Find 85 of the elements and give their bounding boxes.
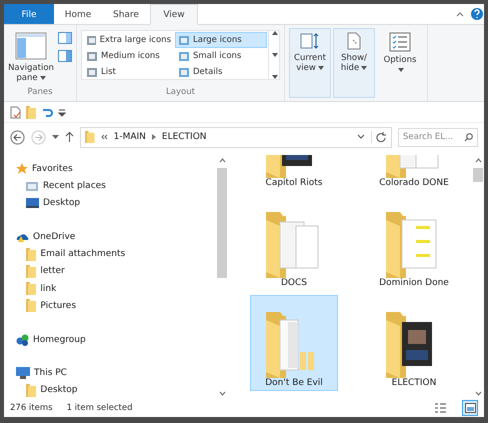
dropdown-icon[interactable] (58, 107, 66, 117)
folder-item[interactable]: Colorado DONE (370, 155, 458, 191)
large-icons-view-icon (464, 403, 476, 413)
caret-icon (318, 66, 324, 70)
folder-item[interactable]: Don't Be Evil (250, 295, 338, 391)
ribbon-button[interactable]: Options (377, 28, 423, 98)
details-view-icon (434, 403, 446, 413)
cloud-icon (16, 232, 29, 243)
details-pane-icon[interactable] (58, 50, 72, 62)
up-arrow-icon[interactable] (65, 131, 74, 143)
nav-item[interactable]: letter (16, 262, 216, 280)
breadcrumb-separator-icon (152, 134, 156, 140)
folder-icon (26, 248, 36, 261)
folder-icon (26, 282, 36, 296)
nav-item[interactable]: link (16, 280, 216, 298)
search-field[interactable]: Search EL... (398, 128, 478, 146)
navigation-pane-icon (15, 32, 47, 60)
homegroup-icon (16, 334, 29, 346)
folder-item[interactable]: Dominion Done (370, 195, 458, 291)
folder-item[interactable]: Capitol Riots (250, 155, 338, 191)
monitor-icon (26, 198, 39, 208)
folder-item[interactable]: ELECTION (370, 295, 458, 391)
folder-item[interactable]: DOCS (250, 195, 338, 291)
nav-item[interactable]: Email attachments (16, 246, 216, 263)
ribbon-button[interactable]: Current view (289, 28, 331, 98)
folder-icon (26, 264, 36, 278)
navigation-pane-button[interactable]: Navigation pane (8, 28, 54, 87)
layout-option[interactable]: Large icons (175, 32, 267, 48)
item-count: 276 items (10, 403, 53, 413)
selection-count: 1 item selected (66, 403, 132, 413)
scroll-down-icon[interactable] (474, 391, 482, 396)
nav-item[interactable]: Desktop (16, 194, 216, 212)
file-tab[interactable]: File (4, 4, 54, 24)
computer-icon (16, 367, 30, 380)
layout-scroll[interactable] (269, 30, 280, 80)
undo-icon[interactable] (41, 106, 54, 118)
layout-option[interactable]: Details (175, 64, 267, 80)
scroll-up-icon[interactable] (474, 158, 482, 163)
scroll-up-icon (272, 31, 278, 35)
ribbon-tab[interactable]: View (150, 4, 198, 25)
caret-icon (361, 66, 368, 70)
address-bar[interactable]: 1-MAIN ELECTION (80, 126, 392, 148)
nav-item[interactable]: Pictures (16, 297, 216, 314)
search-icon (464, 132, 473, 142)
recent-dropdown-icon[interactable] (52, 134, 59, 140)
layout-option[interactable]: List (83, 64, 175, 80)
caret-icon (40, 76, 46, 80)
nav-section[interactable]: This PC (16, 365, 216, 382)
large-icons-view-button[interactable] (462, 400, 478, 416)
caret-icon (272, 75, 278, 79)
layout-option[interactable]: Extra large icons (83, 32, 175, 48)
refresh-icon[interactable] (371, 131, 387, 143)
scrollbar-thumb[interactable] (217, 168, 227, 278)
overflow-chevron-icon (100, 134, 108, 140)
star-icon (16, 163, 28, 176)
group-label: Panes (26, 87, 54, 99)
folder-icon (26, 299, 36, 312)
nav-section[interactable]: OneDrive (16, 229, 216, 246)
dropdown-chevron-icon[interactable] (357, 134, 365, 140)
properties-icon[interactable] (10, 106, 21, 118)
nav-item[interactable]: Desktop (16, 382, 216, 399)
sort-columns-icon (300, 32, 320, 50)
preview-pane-icon[interactable] (58, 32, 72, 44)
nav-section[interactable]: Favorites (16, 161, 216, 178)
back-icon[interactable] (10, 130, 25, 144)
layout-option[interactable]: Medium icons (83, 48, 175, 64)
nav-item[interactable]: Recent places (16, 178, 216, 195)
scroll-down-icon[interactable] (218, 391, 226, 396)
recent-places-icon (26, 180, 39, 192)
folder-icon (26, 106, 36, 118)
ribbon-button[interactable]: Show/ hide (333, 28, 375, 98)
caret-icon (272, 53, 278, 57)
breadcrumb-item[interactable]: ELECTION (162, 132, 207, 142)
checklist-icon (389, 32, 411, 52)
caret-icon (398, 68, 404, 72)
nav-section[interactable]: Homegroup (16, 331, 216, 348)
folder-icon (85, 131, 95, 143)
view-mode-icon (87, 36, 96, 44)
scroll-up-icon[interactable] (218, 158, 226, 163)
document-toggle-icon (345, 32, 363, 50)
group-label: Layout (165, 87, 196, 99)
scrollbar-thumb[interactable] (473, 168, 483, 182)
layout-option[interactable]: Small icons (175, 48, 267, 64)
breadcrumb-item[interactable]: 1-MAIN (114, 132, 146, 142)
folder-icon (26, 384, 36, 397)
